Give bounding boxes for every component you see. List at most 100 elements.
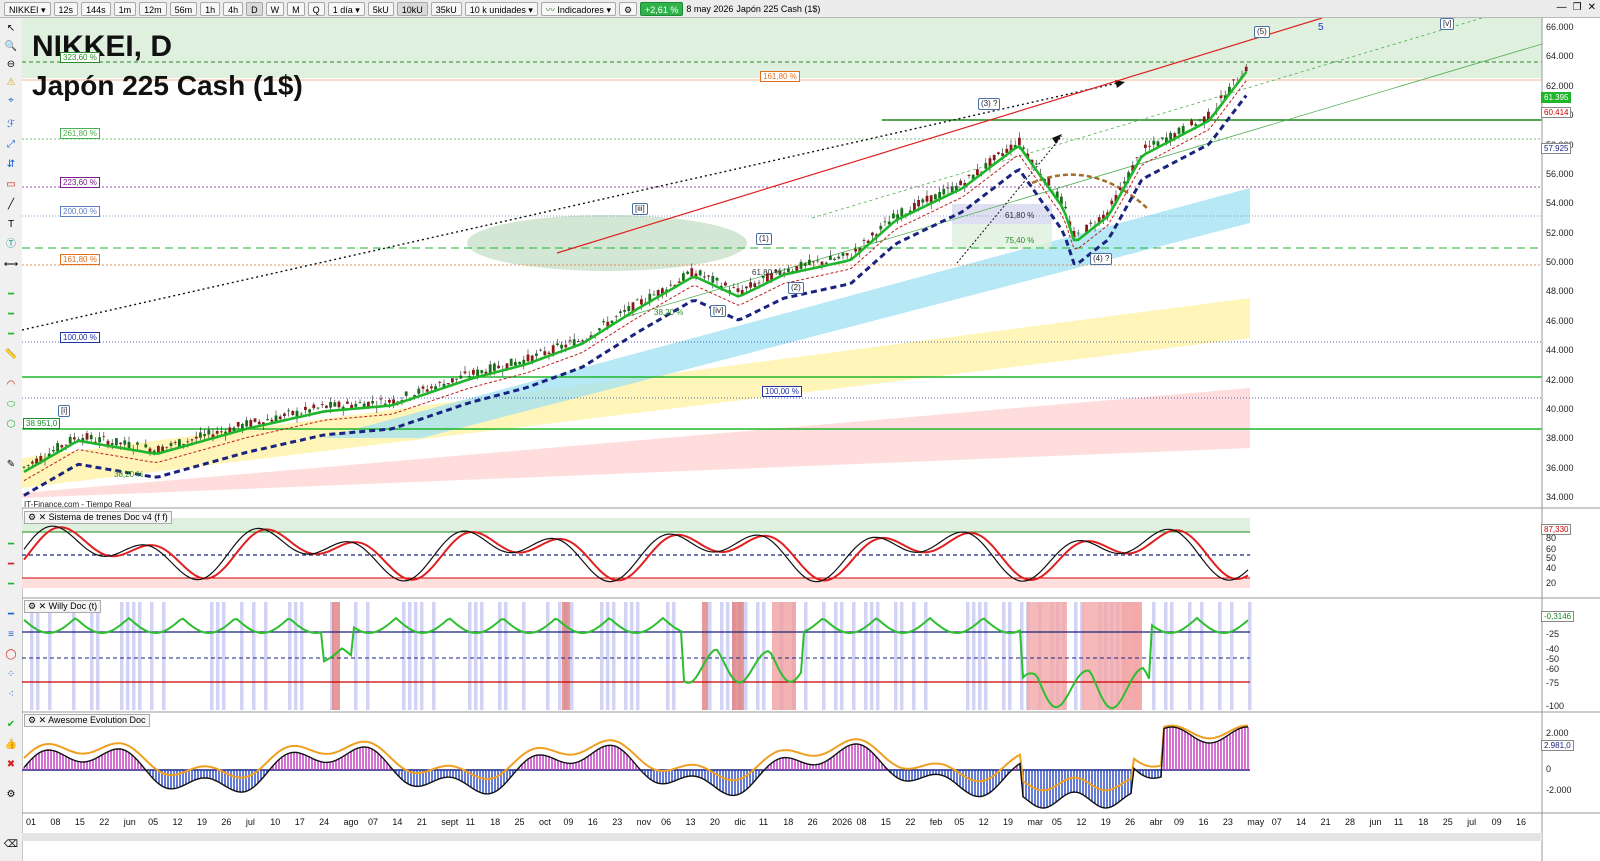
symbol-selector[interactable]: NIKKEI ▾ bbox=[4, 1, 51, 16]
candle-body bbox=[26, 464, 30, 466]
channel-tool-icon[interactable]: ⇵ bbox=[3, 158, 19, 172]
trenes-title[interactable]: ⚙ ✕ Sistema de trenes Doc v4 (f f) bbox=[24, 511, 172, 524]
willy-bg-bar bbox=[366, 602, 370, 710]
rectangle-tool-icon[interactable]: ▭ bbox=[3, 178, 19, 192]
tf-12m[interactable]: 12m bbox=[139, 1, 167, 16]
date-axis-label: 21 bbox=[1320, 817, 1331, 827]
willy-bg-bar bbox=[210, 602, 214, 710]
candle-body bbox=[547, 352, 551, 355]
shape-tool-icon[interactable]: ⬡ bbox=[3, 418, 19, 432]
tf-144s[interactable]: 144s bbox=[81, 1, 111, 16]
hline-green-icon[interactable]: ━ bbox=[3, 288, 19, 302]
zoom-out-icon[interactable]: ⊖ bbox=[3, 58, 19, 72]
chart-svg[interactable] bbox=[22, 18, 1600, 861]
tf-1h[interactable]: 1h bbox=[200, 1, 221, 16]
units-5k[interactable]: 5kU bbox=[367, 1, 394, 16]
wave-tool-icon[interactable]: ℱ bbox=[3, 118, 19, 132]
measure-tool-icon[interactable]: ⟷ bbox=[3, 258, 19, 272]
units-10k[interactable]: 10kU bbox=[396, 1, 428, 16]
close-icon[interactable]: ✕ bbox=[39, 715, 47, 725]
candle-body bbox=[614, 316, 618, 318]
hline-green-2-icon[interactable]: ━ bbox=[3, 308, 19, 322]
units-selector[interactable]: 10 k unidades ▾ bbox=[464, 1, 538, 16]
blue-line-2-icon[interactable]: ≡ bbox=[3, 628, 19, 642]
date-axis-label: 23 bbox=[1222, 817, 1233, 827]
settings-icon[interactable]: ⚙ bbox=[28, 601, 36, 611]
candle-body bbox=[1034, 163, 1038, 165]
toolbar-instrument: Japón 225 Cash (1$) bbox=[736, 3, 821, 14]
candle-body bbox=[623, 309, 626, 312]
green-line-icon[interactable]: ━ bbox=[3, 538, 19, 552]
willy-bg-bar bbox=[480, 602, 484, 710]
candle-body bbox=[1190, 120, 1193, 126]
inner-fib-2: 61,80 % bbox=[1005, 211, 1035, 220]
circle-tool-icon[interactable]: ◯ bbox=[3, 648, 19, 662]
blue-line-icon[interactable]: ━ bbox=[3, 608, 19, 622]
close-icon[interactable]: ✕ bbox=[1588, 2, 1596, 13]
date-axis-label: 10 bbox=[270, 817, 281, 827]
red-line-icon[interactable]: ━ bbox=[3, 558, 19, 572]
willy-bg-bar bbox=[498, 602, 502, 710]
willy-title[interactable]: ⚙ ✕ Willy Doc (t) bbox=[24, 600, 102, 613]
tf-1m[interactable]: 1m bbox=[113, 1, 137, 16]
tf-56m[interactable]: 56m bbox=[169, 1, 198, 16]
date-axis-label: 22 bbox=[99, 817, 110, 827]
willy-red-zone bbox=[732, 602, 744, 710]
close-icon[interactable]: ✕ bbox=[39, 512, 47, 522]
candle-body bbox=[715, 277, 719, 281]
candle-body bbox=[354, 403, 358, 407]
dots-tool-icon[interactable]: ⁘ bbox=[3, 668, 19, 682]
date-axis-label: 11 bbox=[758, 817, 769, 827]
tf-D[interactable]: D bbox=[246, 1, 263, 16]
pen-tool-icon[interactable]: ✎ bbox=[3, 458, 19, 472]
date-axis-label: sept bbox=[441, 817, 459, 827]
line-tool-icon[interactable]: ╱ bbox=[3, 198, 19, 212]
green-line-2-icon[interactable]: ━ bbox=[3, 578, 19, 592]
eraser-icon[interactable]: ⌫ bbox=[3, 838, 19, 852]
trend-tool-icon[interactable]: ⤢ bbox=[3, 138, 19, 152]
text-tool-icon[interactable]: T bbox=[3, 218, 19, 232]
close-icon[interactable]: ✕ bbox=[39, 601, 47, 611]
cursor-icon[interactable]: ↖ bbox=[3, 22, 19, 36]
alert-icon[interactable]: ⚠ bbox=[3, 76, 19, 90]
magnet-icon[interactable]: ⌖ bbox=[3, 94, 19, 108]
ruler-icon[interactable]: 📏 bbox=[3, 348, 19, 362]
fib-label-200: 200,00 % bbox=[60, 206, 100, 217]
willy-bg-bar bbox=[900, 602, 904, 710]
period-selector[interactable]: 1 día ▾ bbox=[327, 1, 365, 16]
willy-bg-bar bbox=[36, 602, 40, 710]
cross-icon[interactable]: ✖ bbox=[3, 758, 19, 772]
check-icon[interactable]: ✔ bbox=[3, 718, 19, 732]
tf-4h[interactable]: 4h bbox=[223, 1, 244, 16]
candle-body bbox=[682, 273, 685, 281]
thumbs-up-icon[interactable]: 👍 bbox=[3, 738, 19, 752]
label-tool-icon[interactable]: Ⓣ bbox=[3, 238, 19, 252]
minimize-icon[interactable]: — bbox=[1557, 2, 1567, 13]
ellipse-tool-icon[interactable]: ⬭ bbox=[3, 398, 19, 412]
tf-W[interactable]: W bbox=[265, 1, 285, 16]
tf-M[interactable]: M bbox=[287, 1, 305, 16]
indicators-button[interactable]: 〰 Indicadores ▾ bbox=[540, 1, 616, 16]
willy-bg-bar bbox=[432, 602, 436, 710]
awesome-title[interactable]: ⚙ ✕ Awesome Evolution Doc bbox=[24, 714, 150, 727]
toolbar-settings-button[interactable]: ⚙ bbox=[618, 1, 638, 16]
date-axis-label: 09 bbox=[1174, 817, 1185, 827]
tf-12s[interactable]: 12s bbox=[53, 1, 79, 16]
restore-icon[interactable]: ❐ bbox=[1573, 2, 1582, 13]
tf-Q[interactable]: Q bbox=[307, 1, 325, 16]
scatter-tool-icon[interactable]: ⁖ bbox=[3, 688, 19, 702]
date-axis-label: 11 bbox=[465, 817, 476, 827]
hline-green-3-icon[interactable]: ━ bbox=[3, 328, 19, 342]
settings-icon[interactable]: ⚙ bbox=[28, 715, 36, 725]
fib-label-223: 223,60 % bbox=[60, 177, 100, 188]
candle-body bbox=[493, 363, 496, 371]
arc-tool-icon[interactable]: ◠ bbox=[3, 378, 19, 392]
zoom-icon[interactable]: 🔍 bbox=[3, 40, 19, 54]
settings-icon[interactable]: ⚙ bbox=[3, 788, 19, 802]
settings-icon[interactable]: ⚙ bbox=[28, 512, 36, 522]
scroll-bar[interactable] bbox=[22, 833, 1542, 841]
units-35k[interactable]: 35kU bbox=[430, 1, 462, 16]
willy-axis-100: -100 bbox=[1546, 701, 1565, 711]
willy-value: -0,3146 bbox=[1541, 611, 1575, 622]
data-source-label: IT-Finance.com - Tiempo Real bbox=[24, 500, 132, 509]
